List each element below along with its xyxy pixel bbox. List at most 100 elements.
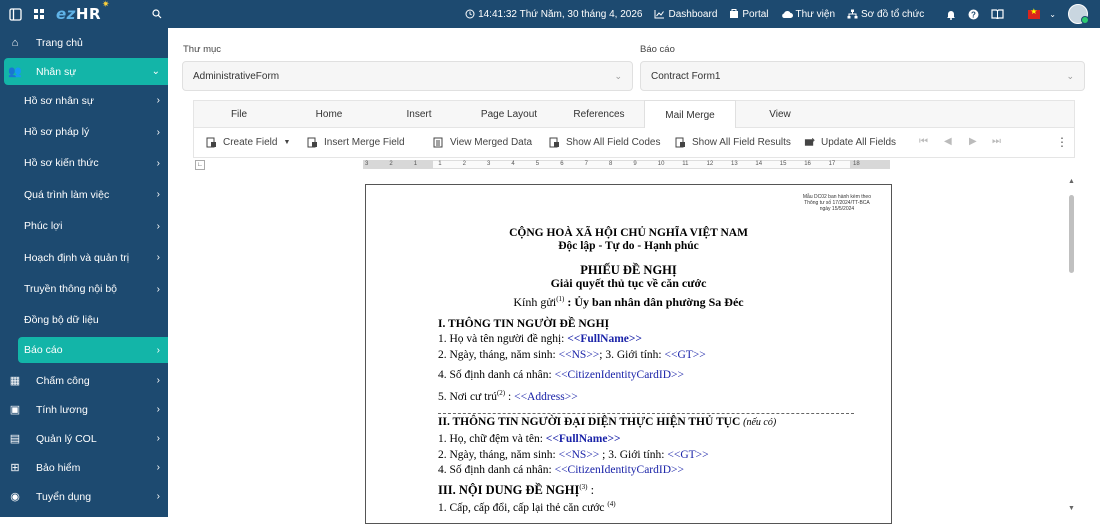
horizontal-ruler[interactable]: 3 2 1 1 2 3 4 5 6 7 8 9 10 11 12 13 14 15 16 17 18 <box>195 160 895 170</box>
sidebar-item-knowledge-records[interactable]: Hồ sơ kiến thức › <box>0 148 168 179</box>
sidebar-item-timekeeping[interactable]: ▦ Chấm công › <box>0 366 168 395</box>
scroll-down-icon[interactable]: ▼ <box>1068 505 1075 512</box>
view-merged-data-icon <box>433 137 443 148</box>
chevron-right-icon: › <box>156 126 160 138</box>
datetime-text: 14:41:32 Thứ Năm, 30 tháng 4, 2026 <box>478 8 643 20</box>
ruler-tick-label: 16 <box>804 161 811 167</box>
merge-field[interactable]: <<GT>> <box>667 449 708 461</box>
merge-field[interactable]: <<Address>> <box>514 391 578 403</box>
chevron-right-icon: › <box>156 375 160 387</box>
chevron-right-icon: › <box>156 462 160 474</box>
library-link[interactable]: Thư viện <box>781 9 835 20</box>
home-icon: ⌂ <box>11 37 19 49</box>
portal-link[interactable]: Portal <box>729 9 769 20</box>
scroll-up-icon[interactable]: ▲ <box>1068 178 1075 185</box>
next-record-icon[interactable]: ▶ <box>969 136 977 147</box>
top-bar-left: ezHR ✷ <box>0 0 168 28</box>
section-1-heading: I. THÔNG TIN NGƯỜI ĐỀ NGHỊ <box>438 318 610 330</box>
chevron-right-icon: › <box>156 283 160 295</box>
ruler-tick-label: 13 <box>731 161 738 167</box>
ruler-tick-label: 15 <box>779 161 787 167</box>
document-area[interactable]: Mẫu DC02 ban hành kèm theo Thông tư số 1… <box>193 173 1075 524</box>
sidebar-item-home[interactable]: ⌂ Trang chủ <box>0 28 168 58</box>
language-selector[interactable]: ⌄ <box>1028 7 1056 19</box>
merge-field[interactable]: <<CitizenIdentityCardID>> <box>555 464 684 476</box>
bell-icon[interactable] <box>946 9 956 20</box>
sidebar-item-reports[interactable]: Báo cáo › <box>18 337 168 364</box>
merge-field[interactable]: <<CitizenIdentityCardID>> <box>555 369 684 381</box>
sidebar-item-data-sync[interactable]: Đồng bộ dữ liệu <box>0 305 168 336</box>
merge-field[interactable]: <<NS>> <box>559 449 600 461</box>
section-2-line-2: 2. Ngày, tháng, năm sinh: <<NS>> ; 3. Gi… <box>438 449 709 461</box>
dashboard-link[interactable]: Dashboard <box>654 9 717 20</box>
sidebar-item-payroll[interactable]: ▣ Tính lương › <box>0 395 168 424</box>
main-content: Thư mục AdministrativeForm ⌄ Báo cáo Con… <box>168 28 1100 524</box>
vietnam-flag-icon <box>1028 7 1041 19</box>
portal-icon <box>730 9 739 18</box>
chevron-right-icon: › <box>156 344 160 356</box>
sidebar: ⌂ Trang chủ 👥 Nhân sự ⌄ Hồ sơ nhân sự › H… <box>0 28 168 517</box>
insert-merge-field-button[interactable]: Insert Merge Field <box>307 137 405 148</box>
cash-icon: ▤ <box>9 433 21 446</box>
show-all-field-codes-button[interactable]: Show All Field Codes <box>549 137 661 148</box>
help-icon[interactable]: ? <box>968 9 979 20</box>
update-fields-icon <box>804 138 815 146</box>
merge-field[interactable]: <<NS>> <box>559 349 600 361</box>
tab-mail-merge[interactable]: Mail Merge <box>644 100 736 129</box>
show-all-field-results-button[interactable]: Show All Field Results <box>675 137 791 148</box>
update-all-fields-button[interactable]: Update All Fields <box>804 137 896 148</box>
chevron-down-icon: ⌄ <box>1066 71 1074 81</box>
sidebar-item-col[interactable]: ▤ Quản lý COL › <box>0 424 168 453</box>
sidebar-toggle-icon[interactable] <box>8 7 22 21</box>
create-field-button[interactable]: Create Field ▼ <box>206 137 290 148</box>
vertical-scrollbar[interactable]: ▲ ▼ <box>1067 178 1077 517</box>
report-select[interactable]: Contract Form1 ⌄ <box>640 61 1085 91</box>
apps-grid-icon[interactable] <box>32 7 46 21</box>
org-chart-link[interactable]: Sơ đồ tổ chức <box>847 9 924 20</box>
ruler-tick-label: 4 <box>511 161 515 167</box>
merge-field[interactable]: <<GT>> <box>664 349 705 361</box>
first-record-icon[interactable]: ⏮ <box>919 136 928 147</box>
tab-file[interactable]: File <box>194 101 284 128</box>
tab-view[interactable]: View <box>736 101 824 128</box>
ruler-tick-label: 3 <box>365 161 369 167</box>
scrollbar-thumb[interactable] <box>1069 195 1074 273</box>
sidebar-item-employee-records[interactable]: Hồ sơ nhân sự › <box>0 85 168 116</box>
sidebar-item-hr[interactable]: 👥 Nhân sự ⌄ <box>4 58 168 85</box>
document-page[interactable]: Mẫu DC02 ban hành kèm theo Thông tư số 1… <box>365 184 892 524</box>
ruler-tick-label: 12 <box>706 161 714 167</box>
ruler-tick-label: 7 <box>584 161 588 167</box>
chevron-down-icon: ⌄ <box>1049 9 1056 19</box>
chevron-right-icon: › <box>156 252 160 264</box>
money-icon: ▣ <box>9 404 21 417</box>
section-2-line-1: 1. Họ, chữ đệm và tên: <<FullName>> <box>438 433 621 445</box>
ruler-tick-label: 18 <box>853 161 860 167</box>
sidebar-item-recruitment[interactable]: ◉ Tuyển dụng › <box>0 482 168 511</box>
tab-home[interactable]: Home <box>284 101 374 128</box>
book-icon[interactable] <box>991 9 1004 19</box>
tab-insert[interactable]: Insert <box>374 101 464 128</box>
ruler-tick-label: 9 <box>633 161 637 167</box>
sidebar-item-insurance[interactable]: ⊞ Bảo hiểm › <box>0 453 168 482</box>
view-merged-data-button[interactable]: View Merged Data <box>433 137 532 148</box>
merge-field[interactable]: <<FullName>> <box>567 333 642 345</box>
folder-select[interactable]: AdministrativeForm ⌄ <box>182 61 633 91</box>
merge-field[interactable]: <<FullName>> <box>546 433 621 445</box>
sidebar-item-work-history[interactable]: Quá trình làm việc › <box>0 179 168 210</box>
folder-label: Thư mục <box>183 44 222 55</box>
previous-record-icon[interactable]: ◀ <box>944 136 952 147</box>
sidebar-item-internal-comms[interactable]: Truyền thông nội bộ › <box>0 273 168 304</box>
search-icon[interactable] <box>150 7 164 21</box>
avatar[interactable] <box>1068 4 1089 24</box>
tab-page-layout[interactable]: Page Layout <box>464 101 554 128</box>
field-codes-icon <box>549 137 559 148</box>
last-record-icon[interactable]: ⏭ <box>992 136 1001 147</box>
tab-references[interactable]: References <box>554 101 644 128</box>
sidebar-item-legal-records[interactable]: Hồ sơ pháp lý › <box>0 116 168 147</box>
ruler-left-margin <box>363 160 433 169</box>
sidebar-item-benefits[interactable]: Phúc lợi › <box>0 211 168 242</box>
more-options-icon[interactable]: ⋮ <box>1056 135 1068 149</box>
app-logo[interactable]: ezHR ✷ <box>56 0 110 23</box>
chevron-right-icon: › <box>156 404 160 416</box>
sidebar-item-planning[interactable]: Hoạch định và quản trị › <box>0 242 168 273</box>
